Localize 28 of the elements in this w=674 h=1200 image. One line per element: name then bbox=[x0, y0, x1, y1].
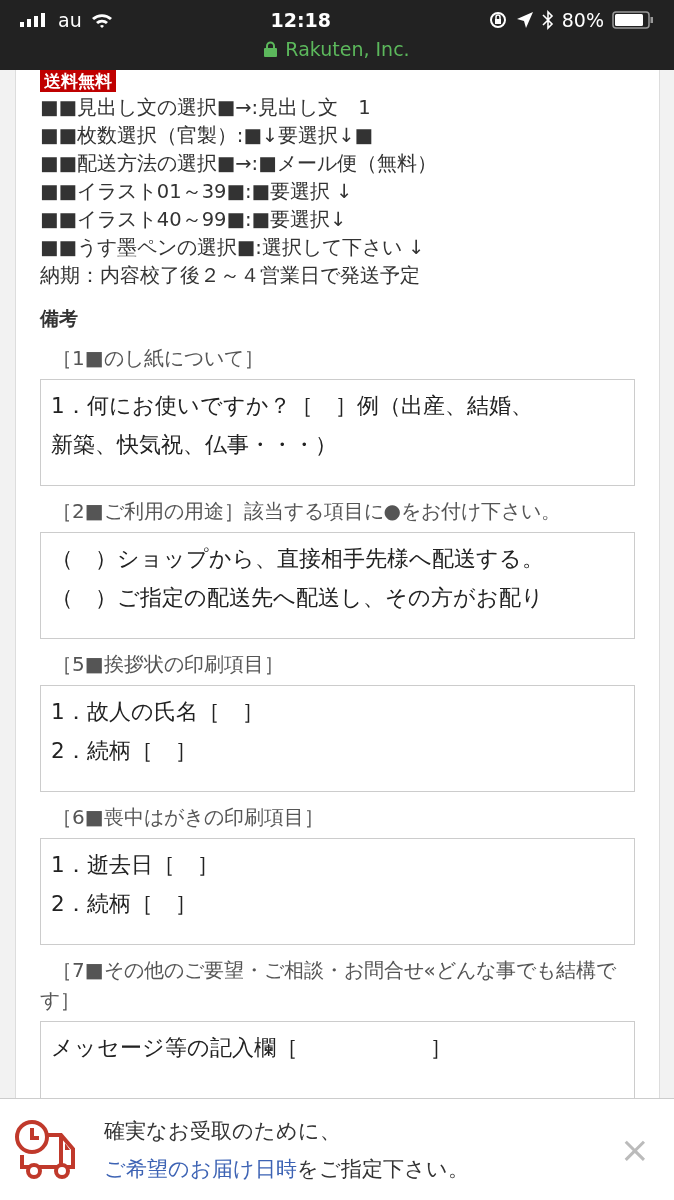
free-shipping-tag: 送料無料 bbox=[40, 70, 116, 92]
option-line: ■■イラスト40～99■:■要選択↓ bbox=[40, 207, 348, 233]
option-line: ■■イラスト01～39■:■要選択 ↓ bbox=[40, 179, 354, 205]
text-area[interactable]: 1．何にお使いですか？［ ］例（出産、結婚、 新築、快気祝、仏事・・・） bbox=[40, 378, 635, 486]
carrier-name: au bbox=[58, 7, 82, 33]
location-icon bbox=[515, 11, 534, 29]
battery-percent: 80% bbox=[561, 7, 604, 33]
section-label: ［5■挨拶状の印刷項目］ bbox=[51, 650, 285, 678]
option-line: ■■見出し文の選択■→:見出し文 1 bbox=[40, 95, 372, 121]
section-label: ［7■その他のご要望・ご相談・お問合せ«どんな事でも結構です］ bbox=[40, 956, 617, 1014]
section-label: ［6■喪中はがきの印刷項目］ bbox=[51, 803, 325, 831]
bluetooth-icon bbox=[541, 10, 554, 30]
site-name: Rakuten, Inc. bbox=[285, 37, 410, 62]
clock-time: 12:18 bbox=[270, 8, 331, 31]
battery-icon bbox=[612, 11, 654, 29]
option-line: ■■配送方法の選択■→:■メール便（無料） bbox=[40, 151, 438, 177]
option-line: ■■枚数選択（官製）:■↓要選択↓■ bbox=[40, 123, 374, 149]
text-area[interactable]: （ ）ショップから、直接相手先様へ配送する。 （ ）ご指定の配送先へ配送し、その方がお配り bbox=[40, 531, 635, 639]
section-label: ［2■ご利用の用途］該当する項目に●をお付け下さい。 bbox=[51, 497, 563, 525]
text-area[interactable]: 1．故人の氏名［ ］ 2．続柄［ ］ bbox=[40, 684, 635, 792]
lock-icon bbox=[264, 41, 278, 57]
text-area[interactable]: 1．逝去日［ ］ 2．続柄［ ］ bbox=[40, 837, 635, 945]
section-label: ［1■のし紙について］ bbox=[51, 344, 265, 372]
delivery-note: 納期：内容校了後２～４営業日で発送予定 bbox=[40, 263, 421, 289]
rotation-lock-icon bbox=[487, 10, 508, 30]
remarks-heading: 備考 bbox=[40, 306, 79, 331]
option-line: ■■うす墨ペンの選択■:選択して下さい ↓ bbox=[40, 235, 426, 261]
banner-text: 確実なお受取のために、 bbox=[104, 1117, 342, 1145]
